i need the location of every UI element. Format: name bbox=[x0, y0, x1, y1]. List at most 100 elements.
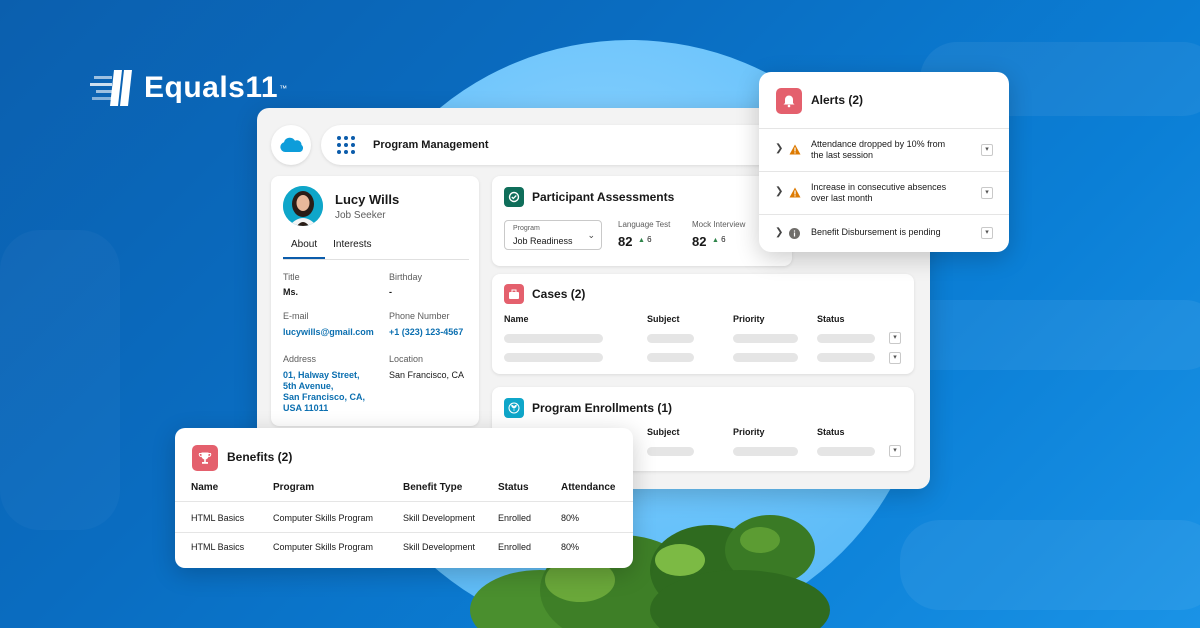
email-label: E-mail bbox=[283, 311, 309, 321]
brand-name: Equals11 bbox=[144, 71, 279, 104]
alert-actions-dropdown[interactable]: ▾ bbox=[981, 227, 993, 239]
placeholder-bar bbox=[733, 353, 798, 362]
program-select[interactable]: Program Job Readiness ⌄ bbox=[504, 220, 602, 250]
chevron-right-icon[interactable]: ❯ bbox=[775, 227, 783, 238]
trend-up-icon: ▲ bbox=[712, 237, 719, 244]
metric-label: Language Test bbox=[618, 220, 671, 229]
address-line: USA 11011 bbox=[283, 403, 329, 413]
placeholder-bar bbox=[647, 334, 694, 343]
birthday-value: - bbox=[389, 287, 392, 297]
benefit-program: Computer Skills Program bbox=[273, 542, 374, 552]
warning-icon bbox=[789, 144, 801, 155]
table-row[interactable]: HTML Basics Computer Skills Program Skil… bbox=[175, 504, 633, 533]
benefit-name: HTML Basics bbox=[191, 542, 245, 552]
profile-tabs: About Interests bbox=[283, 234, 469, 260]
placeholder-bar bbox=[817, 447, 875, 456]
enrollments-title: Program Enrollments (1) bbox=[532, 401, 673, 415]
trend-up-icon: ▲ bbox=[638, 237, 645, 244]
title-value: Ms. bbox=[283, 287, 299, 297]
address-link[interactable]: 01, Halway Street, 5th Avenue, San Franc… bbox=[283, 370, 365, 414]
column-header: Name bbox=[191, 482, 219, 493]
alert-text: Attendance dropped by 10% from the last … bbox=[811, 139, 971, 161]
cloud-icon bbox=[280, 137, 303, 152]
placeholder-bar bbox=[504, 353, 603, 362]
benefits-table-header: Name Program Benefit Type Status Attenda… bbox=[175, 474, 633, 502]
benefit-attendance: 80% bbox=[561, 542, 580, 552]
birthday-label: Birthday bbox=[389, 272, 423, 282]
profile-card: Lucy Wills Job Seeker About Interests Ti… bbox=[271, 176, 479, 426]
address-line: 5th Avenue, bbox=[283, 381, 334, 391]
alerts-panel: Alerts (2) ❯ Attendance dropped by 10% f… bbox=[759, 72, 1009, 252]
phone-label: Phone Number bbox=[389, 311, 450, 321]
metric-value: 82 bbox=[692, 234, 707, 249]
alert-text-line: Attendance dropped by 10% from bbox=[811, 139, 946, 149]
benefit-status: Enrolled bbox=[498, 513, 532, 523]
metric-value: 82 bbox=[618, 234, 633, 249]
assessments-title: Participant Assessments bbox=[532, 190, 675, 204]
benefit-type: Skill Development bbox=[403, 513, 476, 523]
benefits-panel: Benefits (2) Name Program Benefit Type S… bbox=[175, 428, 633, 568]
chevron-right-icon[interactable]: ❯ bbox=[775, 143, 783, 154]
profile-name: Lucy Wills bbox=[335, 192, 400, 207]
metric-delta: ▲ 6 bbox=[712, 235, 726, 244]
tab-interests[interactable]: Interests bbox=[325, 234, 379, 259]
column-header: Priority bbox=[733, 314, 765, 324]
metric-label: Mock Interview bbox=[692, 220, 746, 229]
alert-text-line: over last month bbox=[811, 193, 873, 203]
alert-item[interactable]: ❯ Attendance dropped by 10% from the las… bbox=[759, 128, 1009, 171]
alert-item[interactable]: ❯ Increase in consecutive absences over … bbox=[759, 171, 1009, 214]
location-label: Location bbox=[389, 354, 424, 364]
alert-actions-dropdown[interactable]: ▾ bbox=[981, 144, 993, 156]
column-header: Attendance bbox=[561, 482, 616, 493]
alerts-title: Alerts (2) bbox=[811, 93, 864, 107]
column-header: Name bbox=[504, 314, 529, 324]
row-actions-dropdown[interactable]: ▾ bbox=[889, 352, 901, 364]
cases-title: Cases (2) bbox=[532, 287, 586, 301]
alert-text-line: Benefit Disbursement is pending bbox=[811, 227, 941, 237]
assessment-icon bbox=[504, 187, 524, 207]
cases-card: Cases (2) Name Subject Priority Status ▾… bbox=[492, 274, 914, 374]
alert-text-line: the last session bbox=[811, 150, 874, 160]
trophy-icon bbox=[192, 445, 218, 471]
address-line: 01, Halway Street, bbox=[283, 370, 360, 380]
alert-text: Increase in consecutive absences over la… bbox=[811, 182, 971, 204]
metric-delta-value: 6 bbox=[721, 235, 726, 244]
column-header: Subject bbox=[647, 427, 680, 437]
assessments-card: Participant Assessments Program Job Read… bbox=[492, 176, 792, 266]
alert-actions-dropdown[interactable]: ▾ bbox=[981, 187, 993, 199]
program-label: Program bbox=[513, 225, 540, 232]
placeholder-bar bbox=[647, 447, 694, 456]
trademark: ™ bbox=[279, 83, 288, 93]
warning-icon bbox=[789, 187, 801, 198]
seedling-icon bbox=[504, 398, 524, 418]
column-header: Status bbox=[817, 427, 845, 437]
background-band bbox=[0, 230, 120, 530]
row-actions-dropdown[interactable]: ▾ bbox=[889, 445, 901, 457]
phone-link[interactable]: +1 (323) 123-4567 bbox=[389, 327, 463, 338]
title-label: Title bbox=[283, 272, 300, 282]
program-value: Job Readiness bbox=[513, 236, 573, 246]
alert-item[interactable]: ❯ Benefit Disbursement is pending ▾ bbox=[759, 214, 1009, 252]
table-row[interactable]: HTML Basics Computer Skills Program Skil… bbox=[175, 533, 633, 562]
app-title: Program Management bbox=[373, 139, 489, 151]
location-value: San Francisco, CA bbox=[389, 370, 465, 380]
email-link[interactable]: lucywills@gmail.com bbox=[283, 327, 374, 338]
address-line: San Francisco, CA, bbox=[283, 392, 366, 402]
app-launcher-cloud[interactable] bbox=[271, 125, 311, 165]
app-grid-icon[interactable] bbox=[337, 136, 355, 154]
metric-delta: ▲ 6 bbox=[638, 235, 652, 244]
background-band bbox=[900, 520, 1200, 610]
metric-delta-value: 6 bbox=[647, 235, 652, 244]
placeholder-bar bbox=[817, 353, 875, 362]
placeholder-bar bbox=[504, 334, 603, 343]
avatar bbox=[283, 186, 323, 226]
benefit-type: Skill Development bbox=[403, 542, 476, 552]
benefit-status: Enrolled bbox=[498, 542, 532, 552]
placeholder-bar bbox=[647, 353, 694, 362]
row-actions-dropdown[interactable]: ▾ bbox=[889, 332, 901, 344]
tab-about[interactable]: About bbox=[283, 234, 326, 259]
address-label: Address bbox=[283, 354, 317, 364]
alert-text: Benefit Disbursement is pending bbox=[811, 227, 971, 238]
benefit-program: Computer Skills Program bbox=[273, 513, 374, 523]
chevron-right-icon[interactable]: ❯ bbox=[775, 186, 783, 197]
